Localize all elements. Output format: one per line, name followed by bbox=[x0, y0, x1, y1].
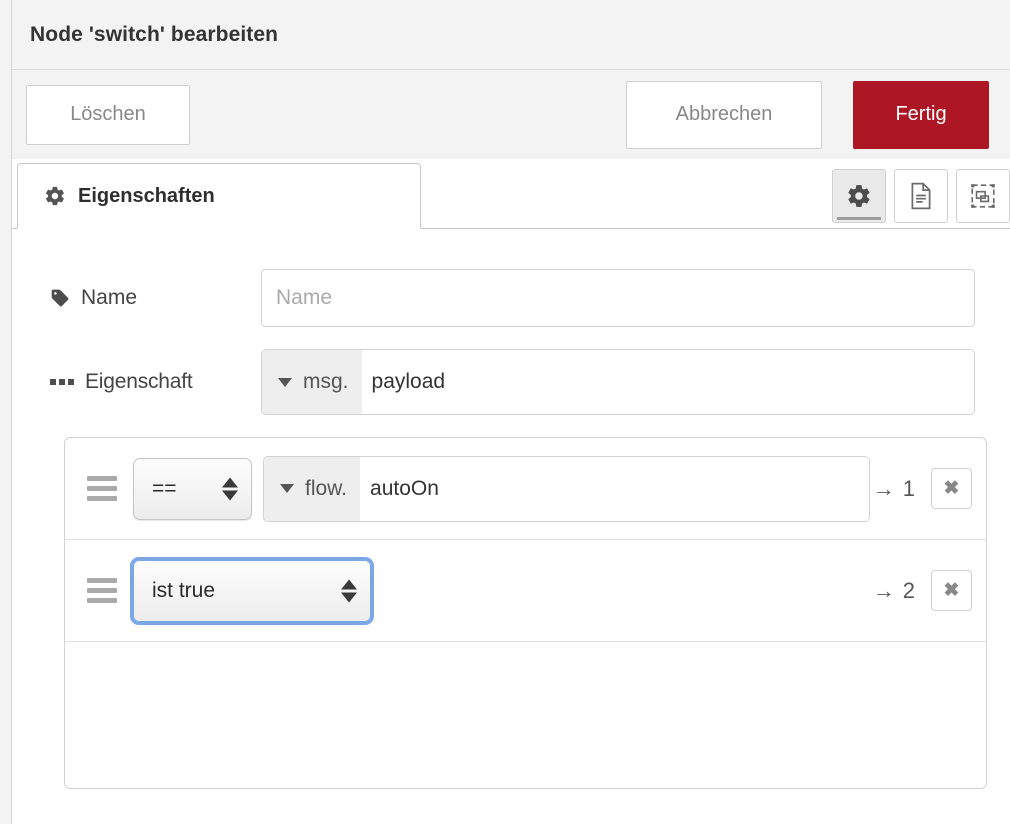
edit-node-dialog: Node 'switch' bearbeiten Löschen Abbrech… bbox=[11, 0, 1010, 824]
appearance-icon bbox=[969, 182, 997, 210]
arrow-right-icon: → bbox=[872, 577, 895, 603]
description-icon-button[interactable] bbox=[894, 169, 948, 223]
drag-handle-icon[interactable] bbox=[87, 578, 117, 603]
spinner-icon bbox=[222, 477, 238, 500]
property-prefix-label: msg. bbox=[303, 370, 349, 393]
property-value-input[interactable] bbox=[361, 350, 974, 414]
tab-properties-label: Eigenschaften bbox=[78, 184, 215, 207]
rule-value-typed-input: flow. bbox=[263, 455, 870, 522]
property-type-selector[interactable]: msg. bbox=[262, 350, 362, 414]
delete-rule-button[interactable]: ✖ bbox=[931, 468, 972, 509]
property-label-text: Eigenschaft bbox=[85, 370, 193, 393]
rule-value-prefix-label: flow. bbox=[305, 476, 348, 500]
rule-operator-select[interactable]: == bbox=[133, 457, 252, 520]
gear-icon bbox=[846, 183, 872, 209]
done-button[interactable]: Fertig bbox=[853, 80, 989, 149]
dialog-button-bar: Löschen Abbrechen Fertig bbox=[12, 70, 1010, 159]
dialog-tabbar: Eigenschaften bbox=[12, 159, 1010, 229]
name-label-text: Name bbox=[81, 286, 138, 309]
name-label: Name bbox=[50, 286, 261, 310]
delete-button[interactable]: Löschen bbox=[26, 84, 190, 145]
delete-rule-button[interactable]: ✖ bbox=[931, 570, 972, 611]
chevron-down-icon bbox=[278, 377, 292, 387]
rule-operator-value: ist true bbox=[152, 578, 216, 602]
tab-properties[interactable]: Eigenschaften bbox=[17, 163, 421, 229]
rule-operator-select[interactable]: ist true bbox=[133, 559, 371, 622]
rule-value-type-selector[interactable]: flow. bbox=[264, 456, 361, 521]
property-row: Eigenschaft msg. bbox=[12, 349, 1010, 415]
dialog-title: Node 'switch' bearbeiten bbox=[30, 22, 279, 46]
rule-value-input[interactable] bbox=[360, 456, 869, 521]
rule-output-label: → 2 bbox=[873, 578, 915, 604]
chevron-down-icon bbox=[280, 484, 294, 493]
property-typed-input: msg. bbox=[261, 349, 975, 415]
ellipsis-icon bbox=[50, 379, 74, 385]
rules-container: == flow. → 1 ✖ bbox=[64, 437, 987, 789]
rule-operator-value: == bbox=[152, 476, 177, 500]
arrow-right-icon: → bbox=[872, 475, 895, 501]
name-row: Name bbox=[12, 269, 1010, 327]
spinner-icon bbox=[341, 579, 357, 602]
gear-icon bbox=[44, 185, 66, 207]
drag-handle-icon[interactable] bbox=[87, 476, 117, 501]
property-label: Eigenschaft bbox=[50, 370, 261, 394]
rule-row: == flow. → 1 ✖ bbox=[65, 438, 986, 540]
cancel-button[interactable]: Abbrechen bbox=[626, 80, 822, 149]
tag-icon bbox=[50, 288, 70, 308]
tab-icon-button-group bbox=[832, 169, 1010, 223]
name-input[interactable] bbox=[261, 269, 975, 327]
rule-output-label: → 1 bbox=[873, 476, 915, 502]
properties-panel: Name Eigenschaft msg. bbox=[12, 229, 1010, 824]
dialog-titlebar: Node 'switch' bearbeiten bbox=[12, 0, 1010, 70]
properties-icon-button[interactable] bbox=[832, 169, 886, 223]
description-icon bbox=[908, 182, 934, 210]
rule-output-number: 2 bbox=[902, 577, 915, 603]
rule-row: ist true → 2 ✖ bbox=[65, 540, 986, 642]
rule-output-number: 1 bbox=[902, 475, 915, 501]
appearance-icon-button[interactable] bbox=[956, 169, 1010, 223]
